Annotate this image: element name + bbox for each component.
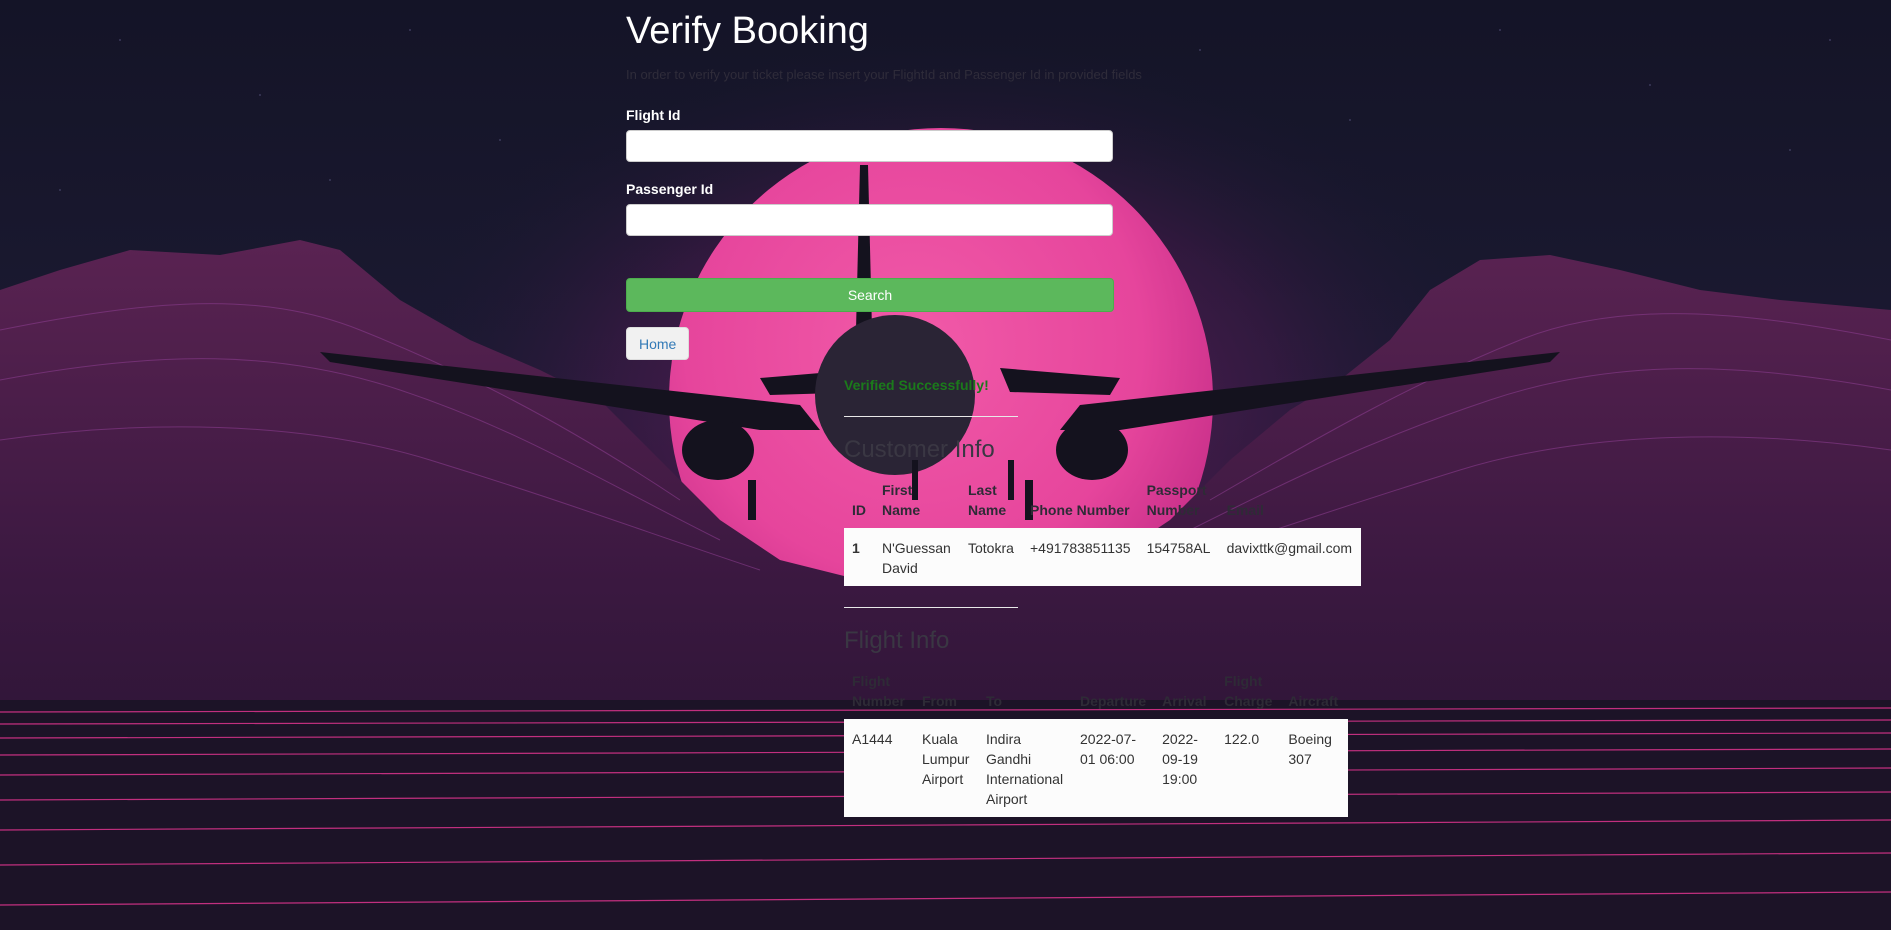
flight-id-input[interactable] [626,130,1113,162]
column-header: Last Name [968,482,1007,518]
flight-number-cell: A1444 [844,719,914,817]
customer-id-cell: 1 [844,528,874,586]
customer-divider [844,416,1018,417]
column-header: First Name [882,482,921,518]
flight-charge-cell: 122.0 [1216,719,1281,817]
column-header: Aircraft [1288,693,1339,709]
page-title: Verify Booking [626,10,869,52]
column-header: From [922,693,957,709]
flight-info-table: Flight Number From To Departure Arrival … [844,671,1349,817]
departure-cell: 2022-07-01 06:00 [1072,719,1155,817]
phone-cell: +491783851135 [1022,528,1139,586]
from-cell: Kuala Lumpur Airport [914,719,978,817]
flight-id-label: Flight Id [626,107,681,123]
column-header: Departure [1080,693,1147,709]
home-button[interactable]: Home [626,327,690,360]
customer-info-title: Customer Info [844,436,995,463]
column-header: Flight Charge [1224,673,1273,709]
last-name-cell: Totokra [960,528,1022,586]
passport-cell: 154758AL [1138,528,1219,586]
column-header: Arrival [1162,693,1207,709]
page-subtitle: In order to verify your ticket please in… [626,67,1142,82]
column-header: To [986,693,1003,709]
column-header: Passport Number [1146,482,1207,518]
aircraft-cell: Boeing 307 [1280,719,1349,817]
flight-divider [844,607,1018,608]
passenger-id-input[interactable] [626,204,1113,236]
first-name-cell: N'Guessan David [874,528,960,586]
customer-info-table: ID First Name Last Name Phone Number Pas… [844,480,1361,586]
column-header: Phone Number [1030,502,1130,518]
table-row: 1 N'Guessan David Totokra +491783851135 … [844,528,1361,586]
verification-status: Verified Successfully! [844,377,989,393]
search-button[interactable]: Search [626,278,1114,312]
table-row: A1444 Kuala Lumpur Airport Indira Gandhi… [844,719,1349,817]
column-header: ID [852,502,866,518]
passenger-id-label: Passenger Id [626,181,714,197]
to-cell: Indira Gandhi International Airport [978,719,1072,817]
column-header: Email [1226,502,1264,518]
email-cell: davixttk@gmail.com [1218,528,1361,586]
flight-info-title: Flight Info [844,627,950,654]
arrival-cell: 2022-09-19 19:00 [1154,719,1217,817]
column-header: Flight Number [852,673,905,709]
